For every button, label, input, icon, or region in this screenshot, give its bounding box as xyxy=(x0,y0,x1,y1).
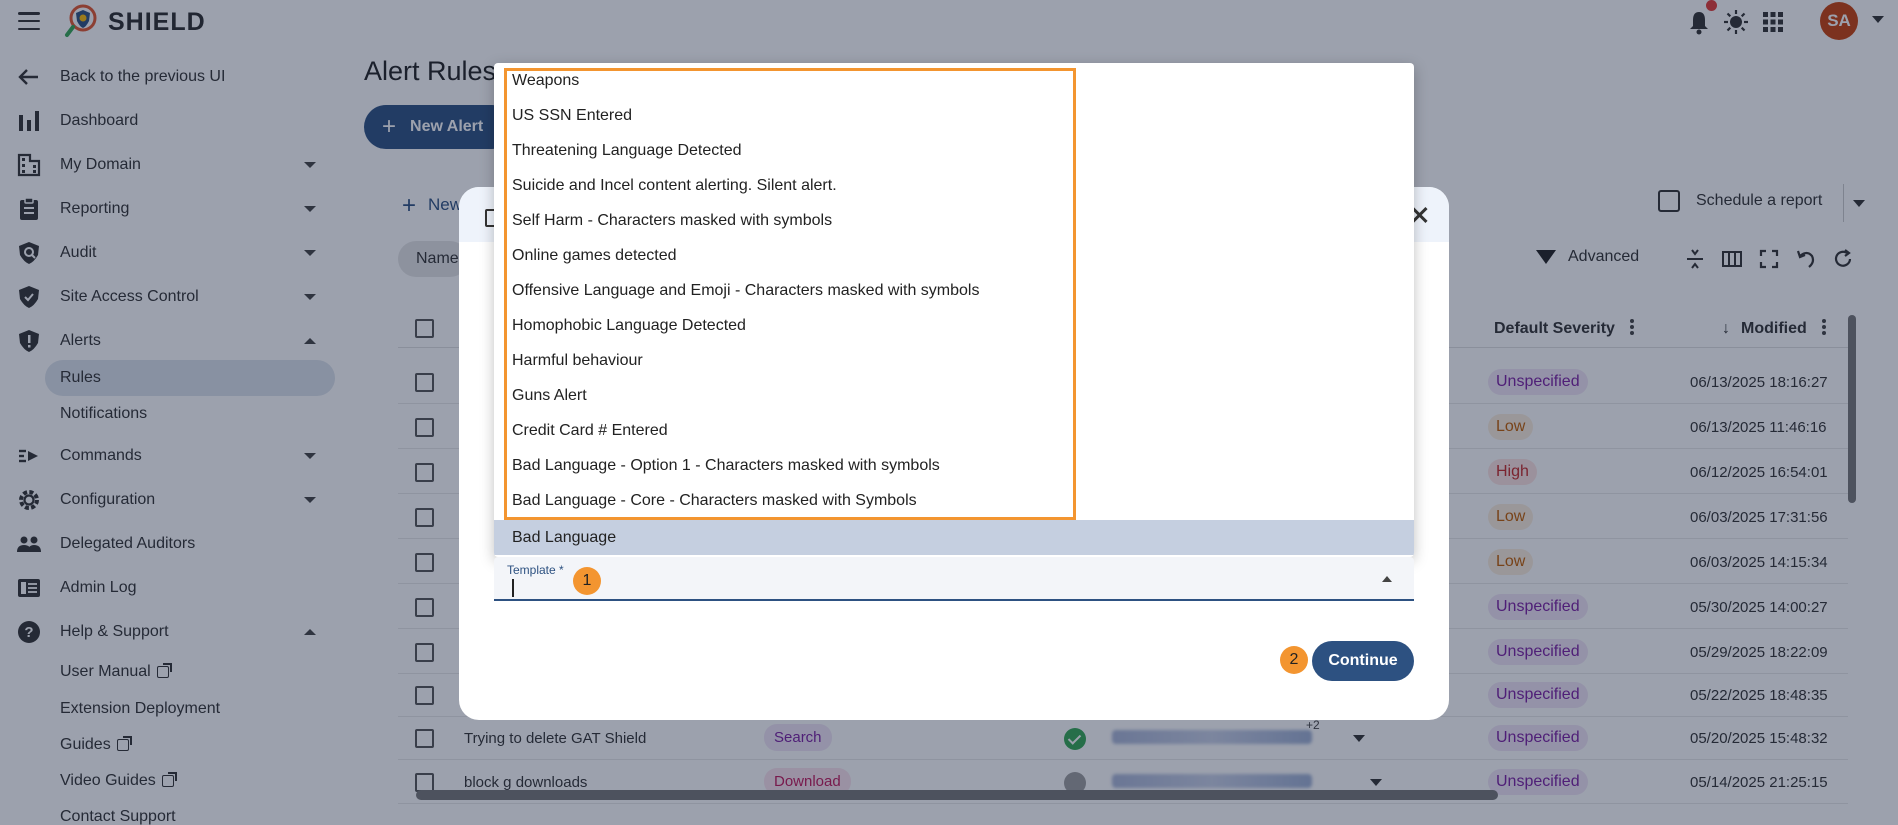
template-option-selected[interactable]: Bad Language xyxy=(494,520,1414,555)
template-field-label: Template * xyxy=(507,563,564,577)
template-option[interactable]: Offensive Language and Emoji - Character… xyxy=(494,273,1414,308)
annotation-badge-2: 2 xyxy=(1280,646,1308,674)
template-option[interactable]: Online games detected xyxy=(494,238,1414,273)
template-option[interactable]: Self Harm - Characters masked with symbo… xyxy=(494,203,1414,238)
annotation-badge-1: 1 xyxy=(573,567,601,595)
template-option[interactable]: Suicide and Incel content alerting. Sile… xyxy=(494,168,1414,203)
template-option[interactable]: Weapons xyxy=(494,63,1414,98)
template-select-field[interactable]: Template * xyxy=(494,557,1414,601)
template-option[interactable]: Guns Alert xyxy=(494,378,1414,413)
continue-button[interactable]: Continue xyxy=(1312,641,1414,681)
template-option[interactable]: Credit Card # Entered xyxy=(494,413,1414,448)
template-dropdown-list: Weapons US SSN Entered Threatening Langu… xyxy=(494,63,1414,557)
template-option[interactable]: Bad Language - Option 1 - Characters mas… xyxy=(494,448,1414,483)
chevron-up-icon[interactable] xyxy=(1382,576,1392,582)
template-option[interactable]: Threatening Language Detected xyxy=(494,133,1414,168)
template-option[interactable]: Homophobic Language Detected xyxy=(494,308,1414,343)
template-option[interactable]: US SSN Entered xyxy=(494,98,1414,133)
text-cursor xyxy=(512,579,514,597)
template-option[interactable]: Bad Language - Core - Characters masked … xyxy=(494,483,1414,518)
template-option[interactable]: Harmful behaviour xyxy=(494,343,1414,378)
